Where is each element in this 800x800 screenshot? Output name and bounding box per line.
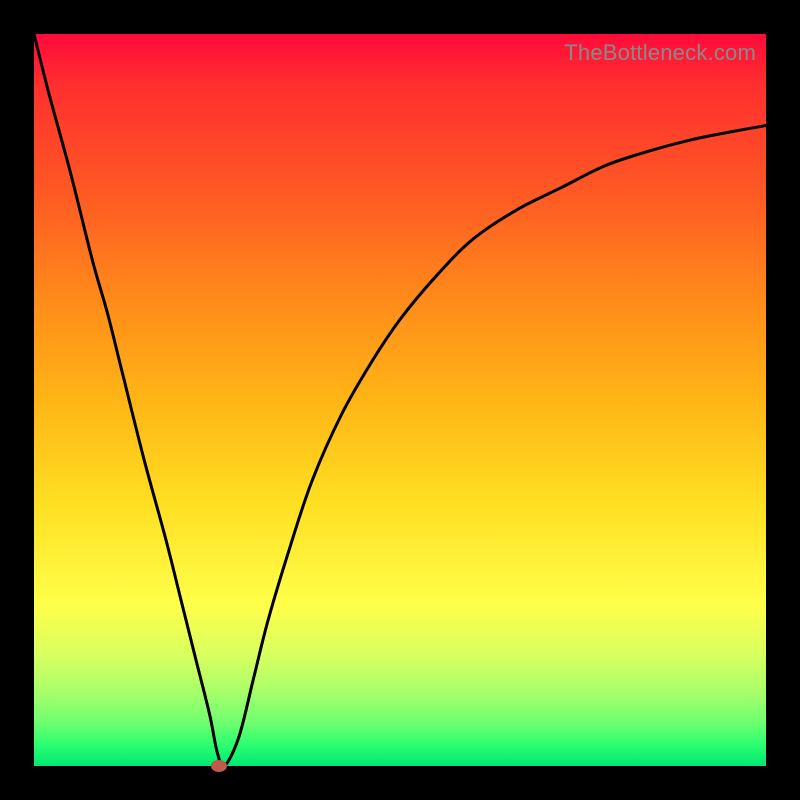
chart-frame: TheBottleneck.com — [0, 0, 800, 800]
bottleneck-curve — [34, 34, 766, 766]
optimal-point-marker — [211, 760, 227, 772]
plot-area: TheBottleneck.com — [34, 34, 766, 766]
